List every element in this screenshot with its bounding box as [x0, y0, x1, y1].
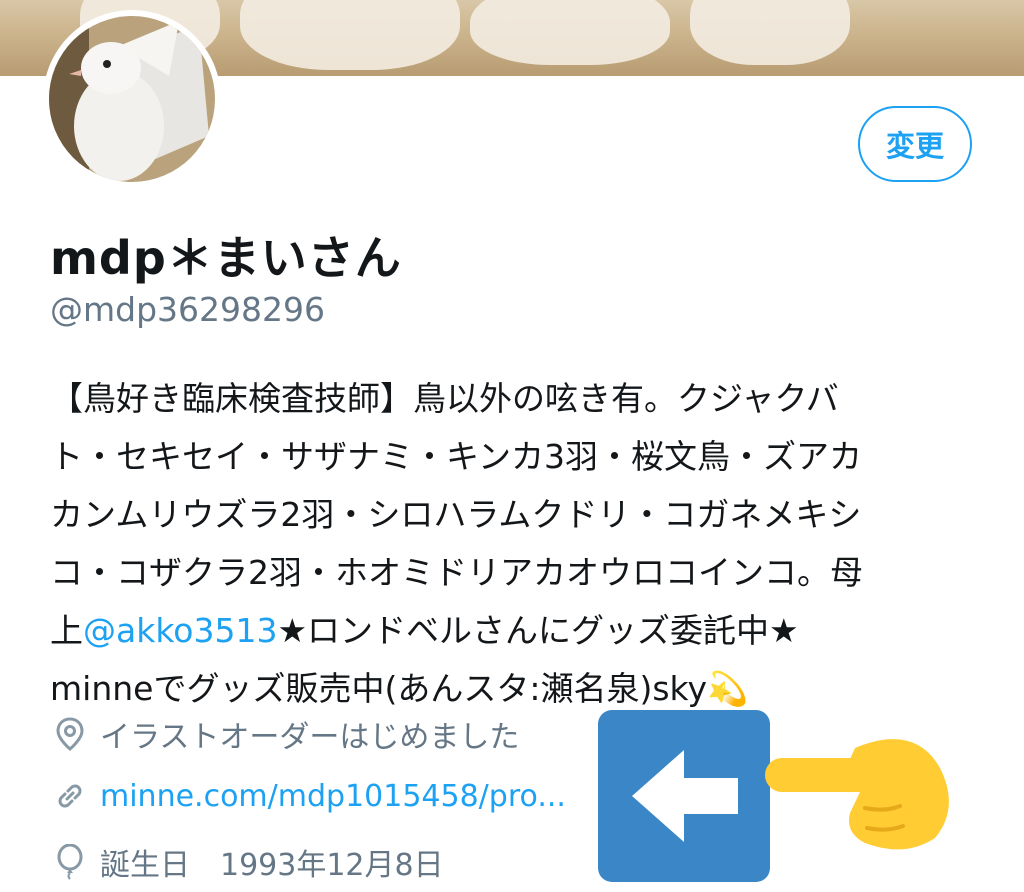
profile-bio: 【鳥好き臨床検査技師】鳥以外の呟き有。クジャクバ ト・セキセイ・サザナミ・キンカ…: [50, 370, 975, 718]
pigeon-avatar-image: [49, 16, 215, 182]
balloon-icon: [52, 844, 88, 880]
left-arrow-icon: [598, 710, 770, 882]
edit-profile-button[interactable]: 変更: [858, 106, 972, 182]
location-pin-icon: [52, 716, 88, 752]
bio-line: minneでグッズ販売中(あんスタ:瀬名泉)sky💫: [50, 660, 975, 718]
display-name: mdp＊まいさん: [50, 231, 402, 285]
website-link[interactable]: minne.com/mdp1015458/pro...: [100, 779, 566, 814]
bio-text: ★ロンドベルさんにグッズ委託中★: [277, 611, 799, 650]
bio-line: カンムリウズラ2羽・シロハラムクドリ・コガネメキシ: [50, 495, 862, 534]
pointing-hand-icon: [765, 728, 955, 862]
avatar[interactable]: [43, 10, 221, 188]
bio-text: 上: [50, 611, 83, 650]
bio-line: コ・コザクラ2羽・ホオミドリアカオウロコインコ。母: [50, 553, 863, 592]
profile-birthday: 誕生日 1993年12月8日: [52, 840, 444, 884]
user-handle: @mdp36298296: [50, 290, 326, 329]
profile-location: イラストオーダーはじめました: [52, 712, 519, 756]
bio-text: minneでグッズ販売中(あんスタ:瀬名泉)sky: [50, 669, 707, 708]
link-icon: [52, 778, 88, 814]
birthday-value: 1993年12月8日: [220, 848, 444, 883]
profile-website[interactable]: minne.com/mdp1015458/pro...: [52, 778, 566, 814]
bio-mention-link[interactable]: @akko3513: [83, 611, 277, 650]
birthday-label: 誕生日: [100, 848, 190, 883]
bio-line: 上@akko3513★ロンドベルさんにグッズ委託中★: [50, 602, 975, 660]
dizzy-emoji: 💫: [706, 669, 749, 708]
bio-line: ト・セキセイ・サザナミ・キンカ3羽・桜文鳥・ズアカ: [50, 437, 863, 476]
location-text: イラストオーダーはじめました: [100, 720, 520, 755]
bio-line: 【鳥好き臨床検査技師】鳥以外の呟き有。クジャクバ: [50, 379, 839, 418]
